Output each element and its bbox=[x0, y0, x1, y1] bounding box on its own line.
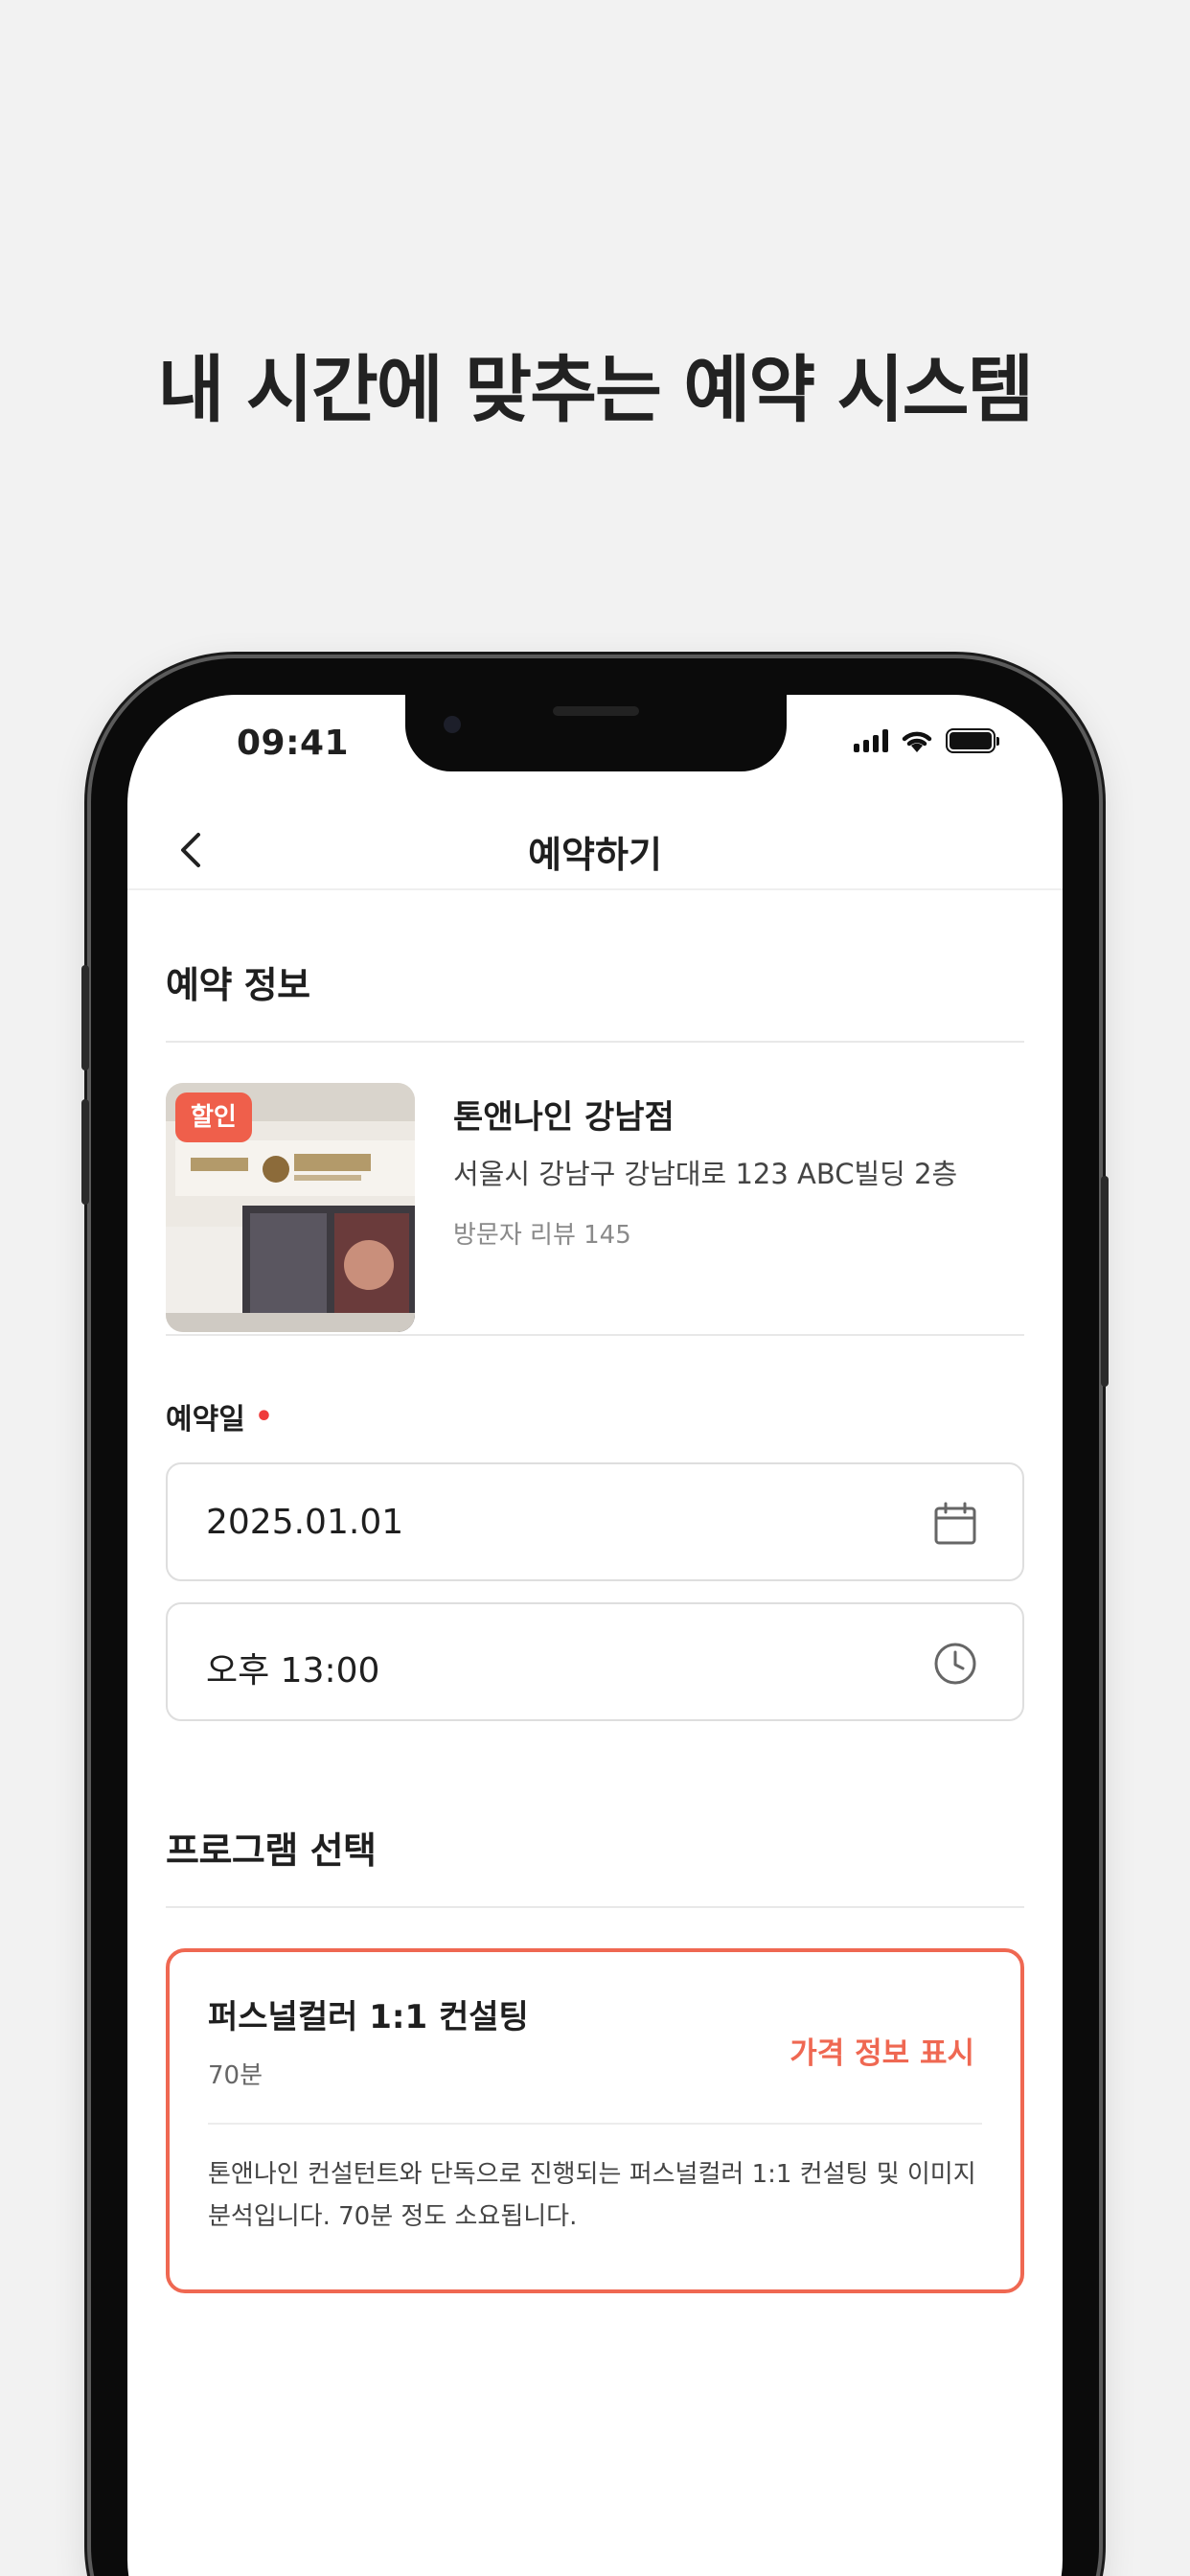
promo-headline: 내 시간에 맞추는 예약 시스템 bbox=[157, 347, 1035, 432]
phone-side-button-left-2 bbox=[81, 1099, 89, 1205]
program-duration: 70분 bbox=[208, 2061, 263, 2090]
front-camera bbox=[444, 716, 461, 733]
program-name: 퍼스널컬러 1:1 컨설팅 bbox=[208, 1998, 529, 2036]
required-mark: • bbox=[254, 1399, 273, 1434]
section-divider bbox=[166, 1906, 1024, 1908]
reservation-date-label: 예약일 • bbox=[166, 1395, 1024, 1438]
store-name: 톤앤나인 강남점 bbox=[453, 1098, 675, 1137]
store-address: 서울시 강남구 강남대로 123 ABC빌딩 2층 bbox=[453, 1158, 958, 1190]
phone-screen: 09:41 예약하기 예약 정보 할인 톤앤나인 강남점 서울시 강남구 강남대… bbox=[127, 695, 1063, 2576]
section-divider bbox=[166, 1334, 1024, 1336]
card-divider bbox=[208, 2123, 982, 2125]
wifi-icon bbox=[902, 731, 932, 752]
battery-icon bbox=[946, 728, 999, 753]
page-title: 예약하기 bbox=[528, 834, 662, 876]
earpiece-speaker bbox=[553, 706, 639, 716]
phone-frame: 09:41 예약하기 예약 정보 할인 톤앤나인 강남점 서울시 강남구 강남대… bbox=[81, 658, 1109, 2576]
phone-side-button-left-1 bbox=[81, 965, 89, 1070]
phone-notch bbox=[405, 695, 787, 771]
reservation-content: 예약 정보 할인 톤앤나인 강남점 서울시 강남구 강남대로 123 ABC빌딩… bbox=[166, 896, 1024, 2293]
status-time: 09:41 bbox=[237, 724, 350, 763]
date-label-text: 예약일 bbox=[166, 1403, 245, 1437]
program-description: 톤앤나인 컨설턴트와 단독으로 진행되는 퍼스널컬러 1:1 컨설팅 및 이미지… bbox=[208, 2160, 976, 2231]
clock-icon[interactable] bbox=[932, 1641, 978, 1687]
store-photo: 할인 bbox=[166, 1083, 415, 1332]
program-card-selected[interactable]: 퍼스널컬러 1:1 컨설팅 70분 가격 정보 표시 톤앤나인 컨설턴트와 단독… bbox=[166, 1948, 1024, 2293]
program-section-title: 프로그램 선택 bbox=[166, 1829, 377, 1872]
program-price-label: 가격 정보 표시 bbox=[790, 2036, 974, 2071]
date-picker-field[interactable]: 2025.01.01 bbox=[166, 1462, 1024, 1581]
time-value: 오후 13:00 bbox=[206, 1651, 380, 1690]
store-card[interactable]: 할인 톤앤나인 강남점 서울시 강남구 강남대로 123 ABC빌딩 2층 방문… bbox=[166, 1043, 1024, 1332]
date-value: 2025.01.01 bbox=[206, 1503, 404, 1542]
cellular-signal-icon bbox=[854, 729, 888, 752]
store-review-count: 방문자 리뷰 145 bbox=[453, 1221, 631, 1250]
time-picker-field[interactable]: 오후 13:00 bbox=[166, 1602, 1024, 1721]
reservation-info-title: 예약 정보 bbox=[166, 964, 310, 1006]
status-icons bbox=[854, 727, 999, 754]
phone-side-button-right bbox=[1101, 1176, 1109, 1387]
discount-badge: 할인 bbox=[175, 1092, 252, 1142]
promo-page: 내 시간에 맞추는 예약 시스템 09:41 예약하기 예약 정보 할인 톤앤나… bbox=[0, 0, 1190, 2576]
app-header: 예약하기 bbox=[127, 810, 1063, 890]
calendar-icon[interactable] bbox=[932, 1501, 978, 1547]
